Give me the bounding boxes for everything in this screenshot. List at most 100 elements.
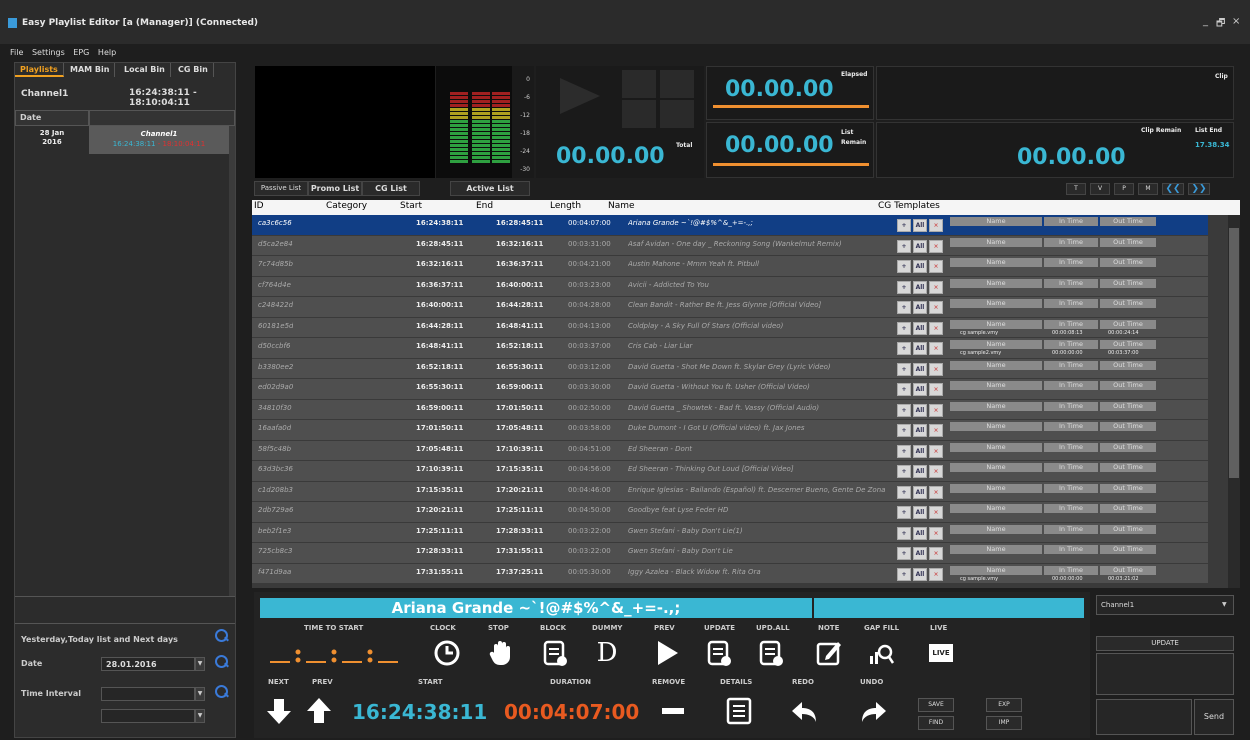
- all-cg-button[interactable]: All: [913, 547, 927, 560]
- table-row[interactable]: c1d208b3 17:15:35:11 17:20:21:11 00:04:46:0…: [252, 481, 1208, 502]
- col-end[interactable]: End: [476, 201, 493, 211]
- remove-cg-button[interactable]: ×: [929, 444, 943, 458]
- interval-start-select[interactable]: [101, 687, 195, 701]
- arrow-down-icon[interactable]: [264, 696, 294, 726]
- cg-template-cell[interactable]: Name In Time Out Time: [950, 524, 1208, 542]
- table-row[interactable]: 2db729a6 17:20:21:11 17:25:11:11 00:04:50:0…: [252, 502, 1208, 523]
- chevron-down-icon[interactable]: ▼: [195, 709, 205, 723]
- grid-scroll-thumb[interactable]: [1229, 228, 1239, 478]
- play-icon[interactable]: [550, 74, 610, 118]
- v-button[interactable]: V: [1090, 183, 1110, 195]
- interval-end-select[interactable]: [101, 709, 195, 723]
- cg-template-cell[interactable]: Name In Time Out Time: [950, 278, 1208, 296]
- update-icon[interactable]: [704, 638, 734, 668]
- remove-cg-button[interactable]: ×: [929, 567, 943, 581]
- table-row[interactable]: f471d9aa 17:31:55:11 17:37:25:11 00:05:30:0…: [252, 563, 1208, 584]
- table-row[interactable]: 725cb8c3 17:28:33:11 17:31:55:11 00:03:22:0…: [252, 543, 1208, 564]
- tab-mam-bin[interactable]: MAM Bin: [65, 63, 116, 77]
- all-cg-button[interactable]: All: [913, 362, 927, 376]
- table-row[interactable]: 63d3bc36 17:10:39:11 17:15:35:11 00:04:56:0…: [252, 461, 1208, 482]
- add-cg-button[interactable]: +: [897, 280, 911, 294]
- remove-cg-button[interactable]: ×: [929, 301, 943, 314]
- tab-cg-list[interactable]: CG List: [362, 181, 420, 196]
- menu-settings[interactable]: Settings: [32, 48, 65, 57]
- next-page-icon[interactable]: ❯❯: [1188, 183, 1210, 195]
- update-button[interactable]: UPDATE: [1096, 636, 1234, 651]
- remove-cg-button[interactable]: ×: [929, 219, 943, 232]
- add-cg-button[interactable]: +: [897, 321, 911, 335]
- message-input[interactable]: [1096, 699, 1192, 735]
- all-cg-button[interactable]: All: [913, 506, 927, 519]
- remove-cg-button[interactable]: ×: [929, 485, 943, 499]
- undo-icon[interactable]: [858, 696, 888, 726]
- table-row[interactable]: 34810f30 16:59:00:11 17:01:50:11 00:02:50:0…: [252, 399, 1208, 420]
- remove-cg-button[interactable]: ×: [929, 383, 943, 396]
- col-id[interactable]: ID: [254, 201, 264, 211]
- menu-help[interactable]: Help: [98, 48, 116, 57]
- all-cg-button[interactable]: All: [913, 567, 927, 581]
- add-cg-button[interactable]: +: [897, 526, 911, 540]
- chevron-down-icon[interactable]: ▼: [1222, 601, 1227, 608]
- all-cg-button[interactable]: All: [913, 444, 927, 458]
- table-row[interactable]: 7c74d85b 16:32:16:11 16:36:37:11 00:04:21:0…: [252, 256, 1208, 277]
- tab-active-list[interactable]: Active List: [450, 181, 530, 196]
- add-cg-button[interactable]: +: [897, 567, 911, 581]
- table-row[interactable]: beb2f1e3 17:25:11:11 17:28:33:11 00:03:22:0…: [252, 522, 1208, 543]
- add-cg-button[interactable]: +: [897, 424, 911, 437]
- all-cg-button[interactable]: All: [913, 280, 927, 294]
- col-length[interactable]: Length: [550, 201, 581, 211]
- remove-cg-button[interactable]: ×: [929, 465, 943, 478]
- add-cg-button[interactable]: +: [897, 219, 911, 232]
- add-cg-button[interactable]: +: [897, 465, 911, 478]
- add-cg-button[interactable]: +: [897, 362, 911, 376]
- live-icon[interactable]: LIVE: [926, 638, 956, 668]
- add-cg-button[interactable]: +: [897, 301, 911, 314]
- cg-template-cell[interactable]: Name In Time Out Time: [950, 401, 1208, 419]
- table-row[interactable]: d5ca2e84 16:28:45:11 16:32:16:11 00:03:31:0…: [252, 235, 1208, 256]
- gap-fill-icon[interactable]: [866, 638, 896, 668]
- export-button[interactable]: EXP: [986, 698, 1022, 712]
- tab-local-bin[interactable]: Local Bin: [119, 63, 171, 77]
- cg-template-cell[interactable]: Name In Time Out Time: [950, 360, 1208, 378]
- restore-button[interactable]: 🗗: [1216, 16, 1225, 33]
- remove-cg-button[interactable]: ×: [929, 260, 943, 273]
- table-row[interactable]: d50ccbf6 16:48:41:11 16:52:18:11 00:03:37:0…: [252, 338, 1208, 359]
- all-cg-button[interactable]: All: [913, 219, 927, 232]
- cg-template-cell[interactable]: Name In Time Out Time cg sample2.vmy 00:00:0…: [950, 339, 1208, 357]
- remove-cg-button[interactable]: ×: [929, 239, 943, 253]
- all-cg-button[interactable]: All: [913, 260, 927, 273]
- cg-template-cell[interactable]: Name In Time Out Time: [950, 483, 1208, 501]
- add-cg-button[interactable]: +: [897, 260, 911, 273]
- tab-playlists[interactable]: Playlists: [15, 63, 64, 77]
- arrow-up-icon[interactable]: [304, 696, 334, 726]
- add-cg-button[interactable]: +: [897, 342, 911, 355]
- send-button[interactable]: Send: [1194, 699, 1234, 735]
- left-scrollbar[interactable]: [229, 126, 235, 596]
- pause-icon[interactable]: [622, 70, 656, 98]
- remove-cg-button[interactable]: ×: [929, 321, 943, 335]
- clock-icon[interactable]: [432, 638, 462, 668]
- table-row[interactable]: cf764d4e 16:36:37:11 16:40:00:11 00:03:23:0…: [252, 276, 1208, 297]
- channel-select[interactable]: Channel1: [1096, 595, 1234, 615]
- m-button[interactable]: M: [1138, 183, 1158, 195]
- redo-icon[interactable]: [790, 696, 820, 726]
- remove-cg-button[interactable]: ×: [929, 424, 943, 437]
- col-name[interactable]: Name: [608, 201, 635, 211]
- find-button[interactable]: FIND: [918, 716, 954, 730]
- chevron-down-icon[interactable]: ▼: [195, 687, 205, 701]
- play-icon[interactable]: [652, 638, 682, 668]
- cg-template-cell[interactable]: Name In Time Out Time cg sample.vmy 00:00:00…: [950, 565, 1208, 583]
- all-cg-button[interactable]: All: [913, 465, 927, 478]
- all-cg-button[interactable]: All: [913, 342, 927, 355]
- add-cg-button[interactable]: +: [897, 444, 911, 458]
- block-icon[interactable]: [540, 638, 570, 668]
- search-icon[interactable]: [215, 685, 229, 699]
- cg-template-cell[interactable]: Name In Time Out Time: [950, 421, 1208, 439]
- all-cg-button[interactable]: All: [913, 424, 927, 437]
- cg-template-cell[interactable]: Name In Time Out Time: [950, 503, 1208, 521]
- dummy-icon[interactable]: D: [592, 638, 622, 668]
- table-row[interactable]: b3380ee2 16:52:18:11 16:55:30:11 00:03:12:0…: [252, 358, 1208, 379]
- note-icon[interactable]: [814, 638, 844, 668]
- add-cg-button[interactable]: +: [897, 485, 911, 499]
- menu-epg[interactable]: EPG: [73, 48, 89, 57]
